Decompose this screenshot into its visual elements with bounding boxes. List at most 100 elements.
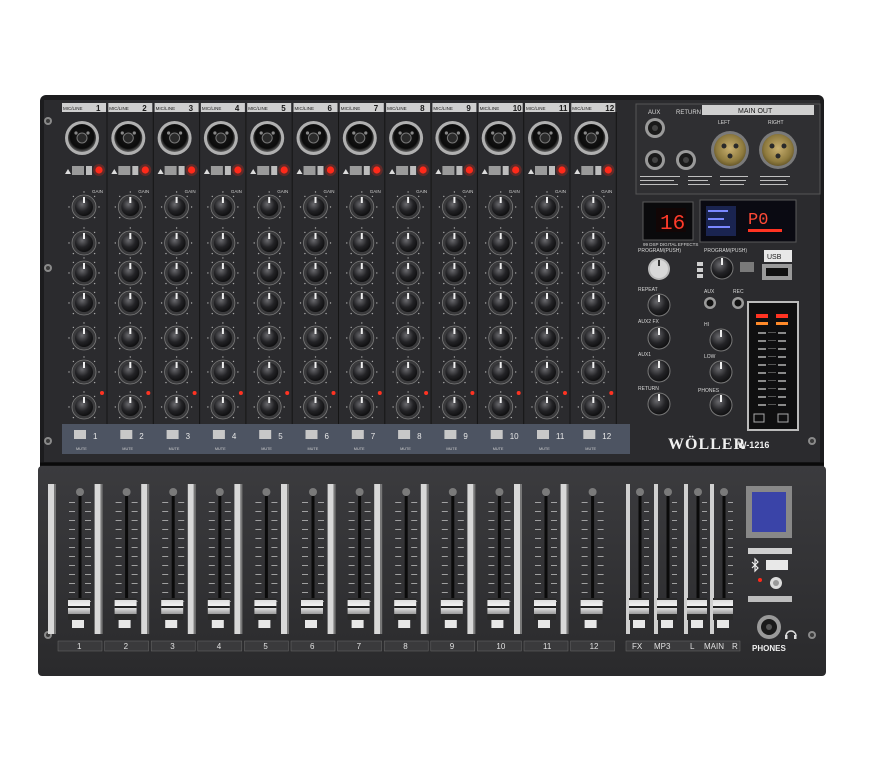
repeat-knob[interactable]: [647, 293, 671, 317]
return-jack[interactable]: [676, 150, 696, 170]
aux-jack-1[interactable]: [645, 118, 665, 138]
xlr-input-7[interactable]: [342, 121, 377, 155]
main-out-right-xlr[interactable]: [759, 131, 797, 169]
input-label: MIC/LINE: [248, 106, 268, 111]
pad-switch[interactable]: [257, 166, 270, 175]
player-hi-knob[interactable]: [709, 328, 733, 352]
mute-channel-number: 9: [463, 432, 468, 441]
mute-label: MUTE: [585, 447, 596, 451]
xlr-input-12[interactable]: [574, 121, 609, 155]
mute-label: MUTE: [400, 447, 411, 451]
pad-switch[interactable]: [488, 166, 501, 175]
xlr-input-3[interactable]: [157, 121, 192, 155]
aux1-master-knob[interactable]: [647, 359, 671, 383]
program-label: PROGRAM(PUSH): [638, 248, 681, 254]
mute-button-8[interactable]: [398, 430, 411, 439]
pad-switch[interactable]: [535, 166, 547, 175]
mute-channel-number: 3: [186, 432, 191, 441]
xlr-input-4[interactable]: [203, 121, 238, 155]
return-label: RETURN: [676, 110, 701, 116]
mute-button-11[interactable]: [537, 430, 549, 439]
bt-pair-knob[interactable]: [770, 577, 782, 589]
pad-switch[interactable]: [72, 166, 84, 175]
program-label-2: PROGRAM(PUSH): [704, 248, 747, 254]
input-label: MIC/LINE: [480, 106, 500, 111]
io-section: AUX RETURN MAIN OUT LEFT RIGHT: [635, 103, 821, 195]
mute-button-1[interactable]: [74, 430, 86, 439]
master-fader-label: FX: [632, 642, 643, 651]
input-label: MIC/LINE: [387, 106, 407, 111]
main-out-label: MAIN OUT: [738, 108, 773, 115]
fader-label: 1: [77, 642, 82, 651]
lcd-screen: [752, 492, 786, 532]
mute-button-4[interactable]: [212, 430, 225, 439]
xlr-input-8[interactable]: [389, 121, 424, 155]
rec-jack[interactable]: [732, 297, 744, 309]
mute-button-9[interactable]: [444, 430, 457, 439]
pad-switch[interactable]: [581, 166, 594, 175]
screw: [808, 631, 816, 639]
right-label: RIGHT: [768, 120, 784, 126]
mute-button-5[interactable]: [259, 430, 272, 439]
pad-switch[interactable]: [164, 166, 177, 175]
channel-number-11: 11: [559, 104, 568, 113]
mute-button-2[interactable]: [120, 430, 133, 439]
pad-switch[interactable]: [303, 166, 316, 175]
mute-button-12[interactable]: [583, 430, 596, 439]
phones-level-knob[interactable]: [709, 393, 733, 417]
player-low-knob[interactable]: [709, 360, 733, 384]
aux-in-jack[interactable]: [704, 297, 716, 309]
input-label: MIC/LINE: [433, 106, 453, 111]
pad-switch[interactable]: [442, 166, 455, 175]
fader-label: 9: [450, 642, 455, 651]
mute-button-3[interactable]: [166, 430, 179, 439]
mute-label: MUTE: [215, 447, 226, 451]
mute-channel-number: 12: [602, 432, 611, 441]
input-label: MIC/LINE: [156, 106, 176, 111]
mute-channel-number: 1: [93, 432, 98, 441]
phones-jack-label: PHONES: [752, 644, 786, 653]
fader-label: 5: [263, 642, 268, 651]
fader-label: 3: [170, 642, 175, 651]
fx-return-knob[interactable]: [647, 392, 671, 416]
channel-number-4: 4: [235, 104, 240, 113]
channel-number-8: 8: [420, 104, 425, 113]
phones-jack[interactable]: [757, 615, 781, 639]
mute-button-10[interactable]: [490, 430, 503, 439]
xlr-input-1[interactable]: [65, 121, 99, 155]
xlr-input-9[interactable]: [435, 121, 470, 155]
player-program-knob[interactable]: [710, 256, 734, 280]
xlr-input-10[interactable]: [481, 121, 516, 155]
bluetooth-button[interactable]: [766, 560, 788, 570]
gain-label: GAIN: [509, 189, 520, 194]
fx-program-knob[interactable]: [648, 258, 670, 280]
pad-switch[interactable]: [396, 166, 409, 175]
gain-label: GAIN: [185, 189, 196, 194]
usb-port[interactable]: [762, 264, 792, 280]
mute-button-6[interactable]: [305, 430, 318, 439]
gain-label: GAIN: [231, 189, 242, 194]
xlr-input-5[interactable]: [250, 121, 285, 155]
peak-led: [609, 391, 614, 395]
aux-jack-2[interactable]: [645, 150, 665, 170]
xlr-input-6[interactable]: [296, 121, 331, 155]
master-fader-label: MAIN: [704, 642, 724, 651]
pad-switch[interactable]: [118, 166, 131, 175]
peak-led: [100, 391, 104, 395]
xlr-input-11[interactable]: [528, 121, 562, 155]
input-label: MIC/LINE: [295, 106, 315, 111]
pad-switch[interactable]: [349, 166, 362, 175]
mute-label: MUTE: [122, 447, 133, 451]
fx-display-caption: 99 DSP DIGITAL EFFECTS: [643, 242, 698, 247]
aux2-fx-label: AUX2 FX: [638, 319, 660, 325]
mute-label: MUTE: [446, 447, 457, 451]
pad-switch[interactable]: [210, 166, 223, 175]
main-out-left-xlr[interactable]: [711, 131, 749, 169]
gain-label: GAIN: [416, 189, 427, 194]
aux2-fx-master-knob[interactable]: [647, 326, 671, 350]
usb-icon: [740, 262, 754, 272]
mute-button-7[interactable]: [351, 430, 364, 439]
player-buttons[interactable]: [697, 262, 703, 278]
xlr-input-2[interactable]: [111, 121, 146, 155]
brand-logo: WÖLLER: [668, 435, 746, 453]
